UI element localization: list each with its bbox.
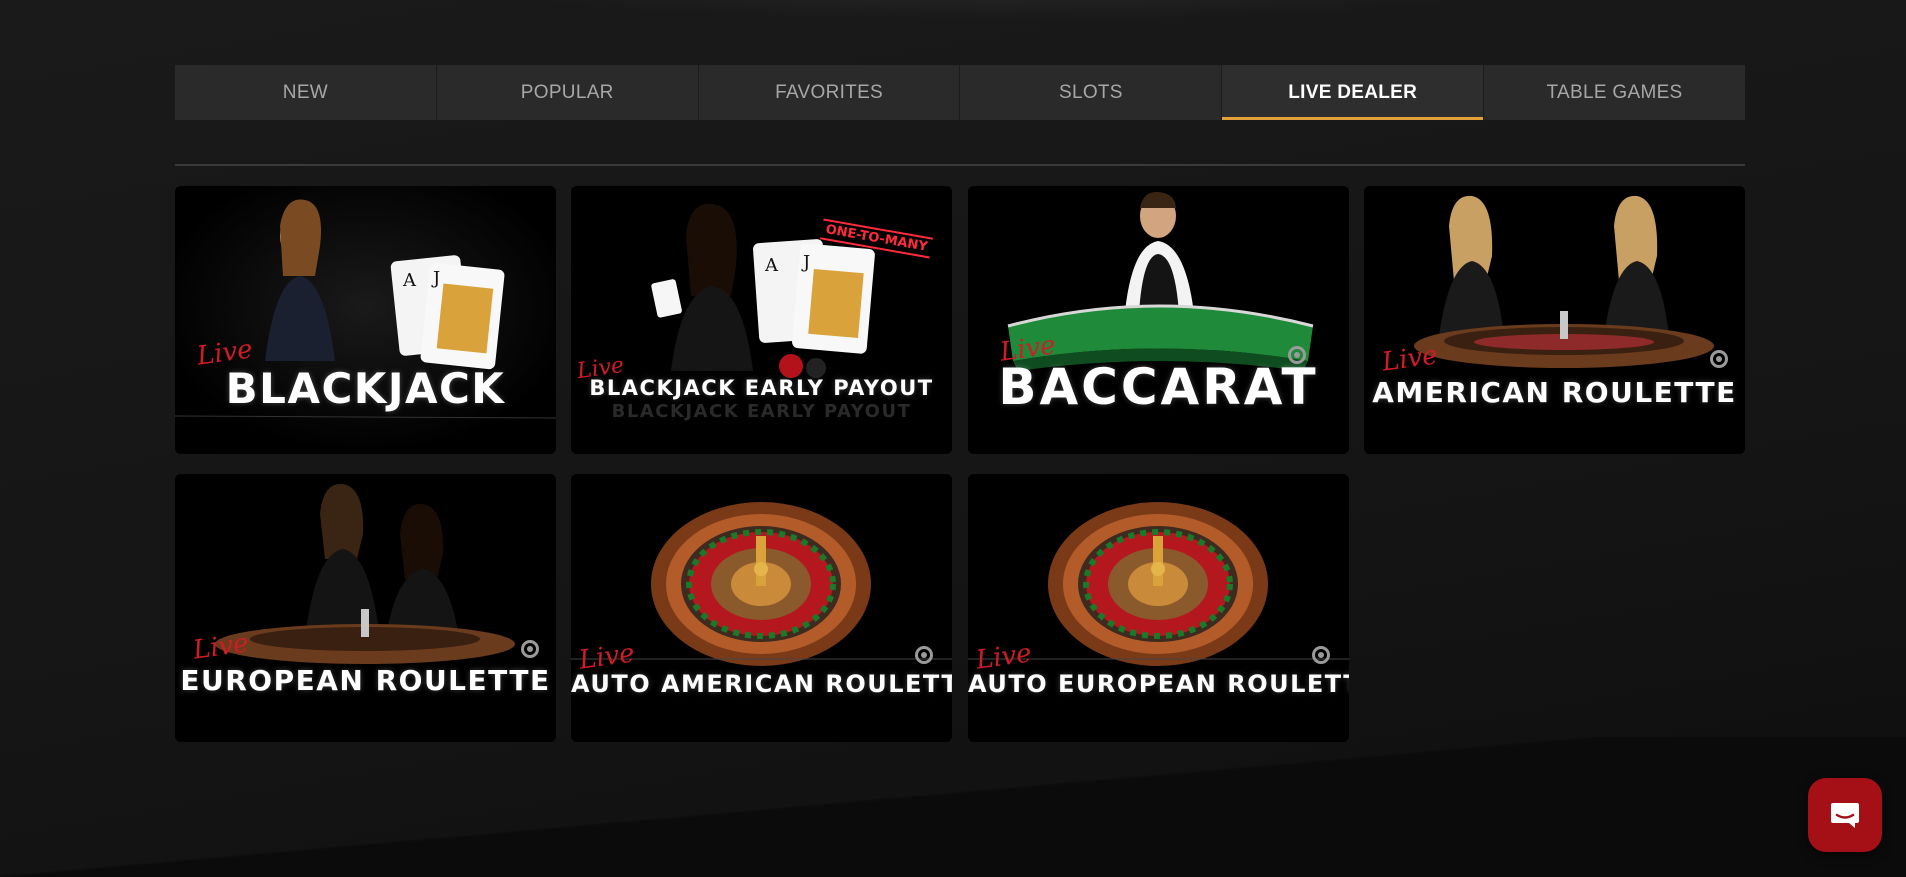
tab-slots[interactable]: SLOTS <box>960 65 1223 120</box>
svg-text:A: A <box>402 270 417 291</box>
page: NEW POPULAR FAVORITES SLOTS LIVE DEALER … <box>0 0 1906 877</box>
divider <box>175 164 1745 166</box>
roulette-wheel-art <box>968 474 1349 742</box>
tab-popular[interactable]: POPULAR <box>436 65 699 120</box>
svg-text:A: A <box>764 255 779 276</box>
game-title: BACCARAT <box>998 358 1319 416</box>
game-title: BLACKJACK <box>225 364 506 413</box>
game-title: AUTO AMERICAN ROULETTE <box>571 670 952 698</box>
chat-icon <box>1831 803 1859 828</box>
chip-icon <box>521 640 539 658</box>
chip-icon <box>915 646 933 664</box>
american-roulette-art <box>1364 186 1745 454</box>
tab-table-games[interactable]: TABLE GAMES <box>1484 65 1745 120</box>
chip-icon <box>1710 350 1728 368</box>
tab-favorites[interactable]: FAVORITES <box>698 65 961 120</box>
category-tabs: NEW POPULAR FAVORITES SLOTS LIVE DEALER … <box>175 65 1745 120</box>
game-card-blackjack[interactable]: A J Live BLACKJACK <box>175 186 556 454</box>
game-card-baccarat[interactable]: Live BACCARAT <box>968 186 1349 454</box>
game-title: BLACKJACK EARLY PAYOUT <box>589 376 934 400</box>
european-roulette-art <box>175 474 556 742</box>
game-title: EUROPEAN ROULETTE <box>180 664 551 697</box>
game-card-auto-european-roulette[interactable]: Live AUTO EUROPEAN ROULETTE <box>968 474 1349 742</box>
chip-icon <box>1312 646 1330 664</box>
game-card-american-roulette[interactable]: Live AMERICAN ROULETTE <box>1364 186 1745 454</box>
top-glow <box>500 0 1500 20</box>
tab-live-dealer[interactable]: LIVE DEALER <box>1222 65 1485 120</box>
bottom-shade <box>0 737 1906 877</box>
title-reflection: BLACKJACK EARLY PAYOUT <box>611 401 912 422</box>
chat-button[interactable] <box>1808 778 1882 852</box>
game-title: AMERICAN ROULETTE <box>1372 376 1737 409</box>
game-title: AUTO EUROPEAN ROULETTE <box>968 670 1349 698</box>
svg-text:J: J <box>431 268 440 289</box>
game-card-auto-american-roulette[interactable]: Live AUTO AMERICAN ROULETTE <box>571 474 952 742</box>
tab-new[interactable]: NEW <box>175 65 437 120</box>
game-card-european-roulette[interactable]: Live EUROPEAN ROULETTE <box>175 474 556 742</box>
roulette-wheel-art <box>571 474 952 742</box>
blackjack-art: A J <box>175 186 556 454</box>
game-card-blackjack-early-payout[interactable]: A J ONE-TO-MANY Live BLACKJACK EARLY PAY… <box>571 186 952 454</box>
svg-text:J: J <box>801 252 810 273</box>
